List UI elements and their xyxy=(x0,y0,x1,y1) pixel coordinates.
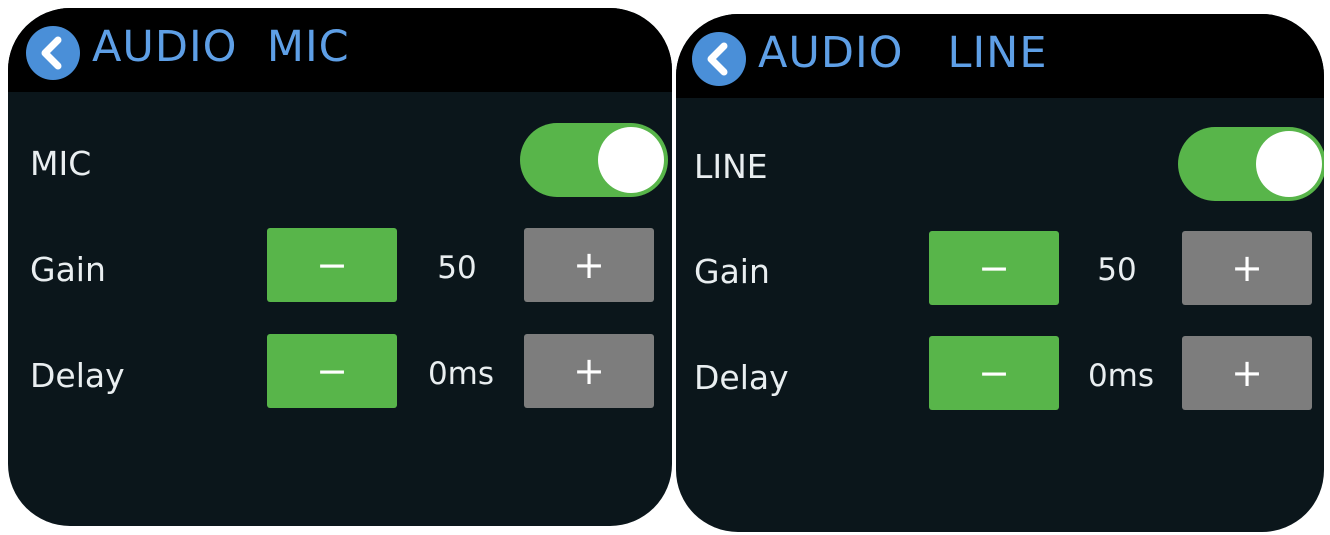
page-title: AUDIO MIC xyxy=(92,22,350,72)
delay-decrease-button[interactable]: − xyxy=(929,336,1059,410)
gain-increase-button[interactable]: + xyxy=(524,228,654,302)
gain-decrease-button[interactable]: − xyxy=(929,231,1059,305)
line-label: LINE xyxy=(694,147,768,186)
gain-increase-button[interactable]: + xyxy=(1182,231,1312,305)
gain-label: Gain xyxy=(694,252,770,291)
line-toggle[interactable] xyxy=(1178,127,1324,201)
delay-increase-button[interactable]: + xyxy=(524,334,654,408)
header-bar: AUDIO LINE xyxy=(676,14,1324,98)
toggle-knob xyxy=(1256,131,1322,197)
page-title: AUDIO LINE xyxy=(758,28,1048,78)
mic-toggle[interactable] xyxy=(520,123,668,197)
gain-label: Gain xyxy=(30,250,106,289)
toggle-knob xyxy=(598,127,664,193)
gain-value: 50 xyxy=(437,250,477,286)
header-bar: AUDIO MIC xyxy=(8,8,672,92)
delay-increase-button[interactable]: + xyxy=(1182,336,1312,410)
chevron-left-icon xyxy=(707,42,728,76)
delay-decrease-button[interactable]: − xyxy=(267,334,397,408)
mic-label: MIC xyxy=(30,144,92,183)
delay-value: 0ms xyxy=(427,356,495,392)
chevron-left-icon xyxy=(41,36,62,70)
delay-label: Delay xyxy=(694,358,789,397)
gain-decrease-button[interactable]: − xyxy=(267,228,397,302)
back-button[interactable] xyxy=(692,32,746,86)
delay-label: Delay xyxy=(30,356,125,395)
gain-value: 50 xyxy=(1097,252,1137,288)
audio-line-screen: AUDIO LINE LINE Gain − 50 + Delay − 0ms … xyxy=(676,14,1324,532)
audio-mic-screen: AUDIO MIC MIC Gain − 50 + Delay − 0ms + xyxy=(8,8,672,526)
delay-value: 0ms xyxy=(1087,358,1155,394)
back-button[interactable] xyxy=(26,26,80,80)
